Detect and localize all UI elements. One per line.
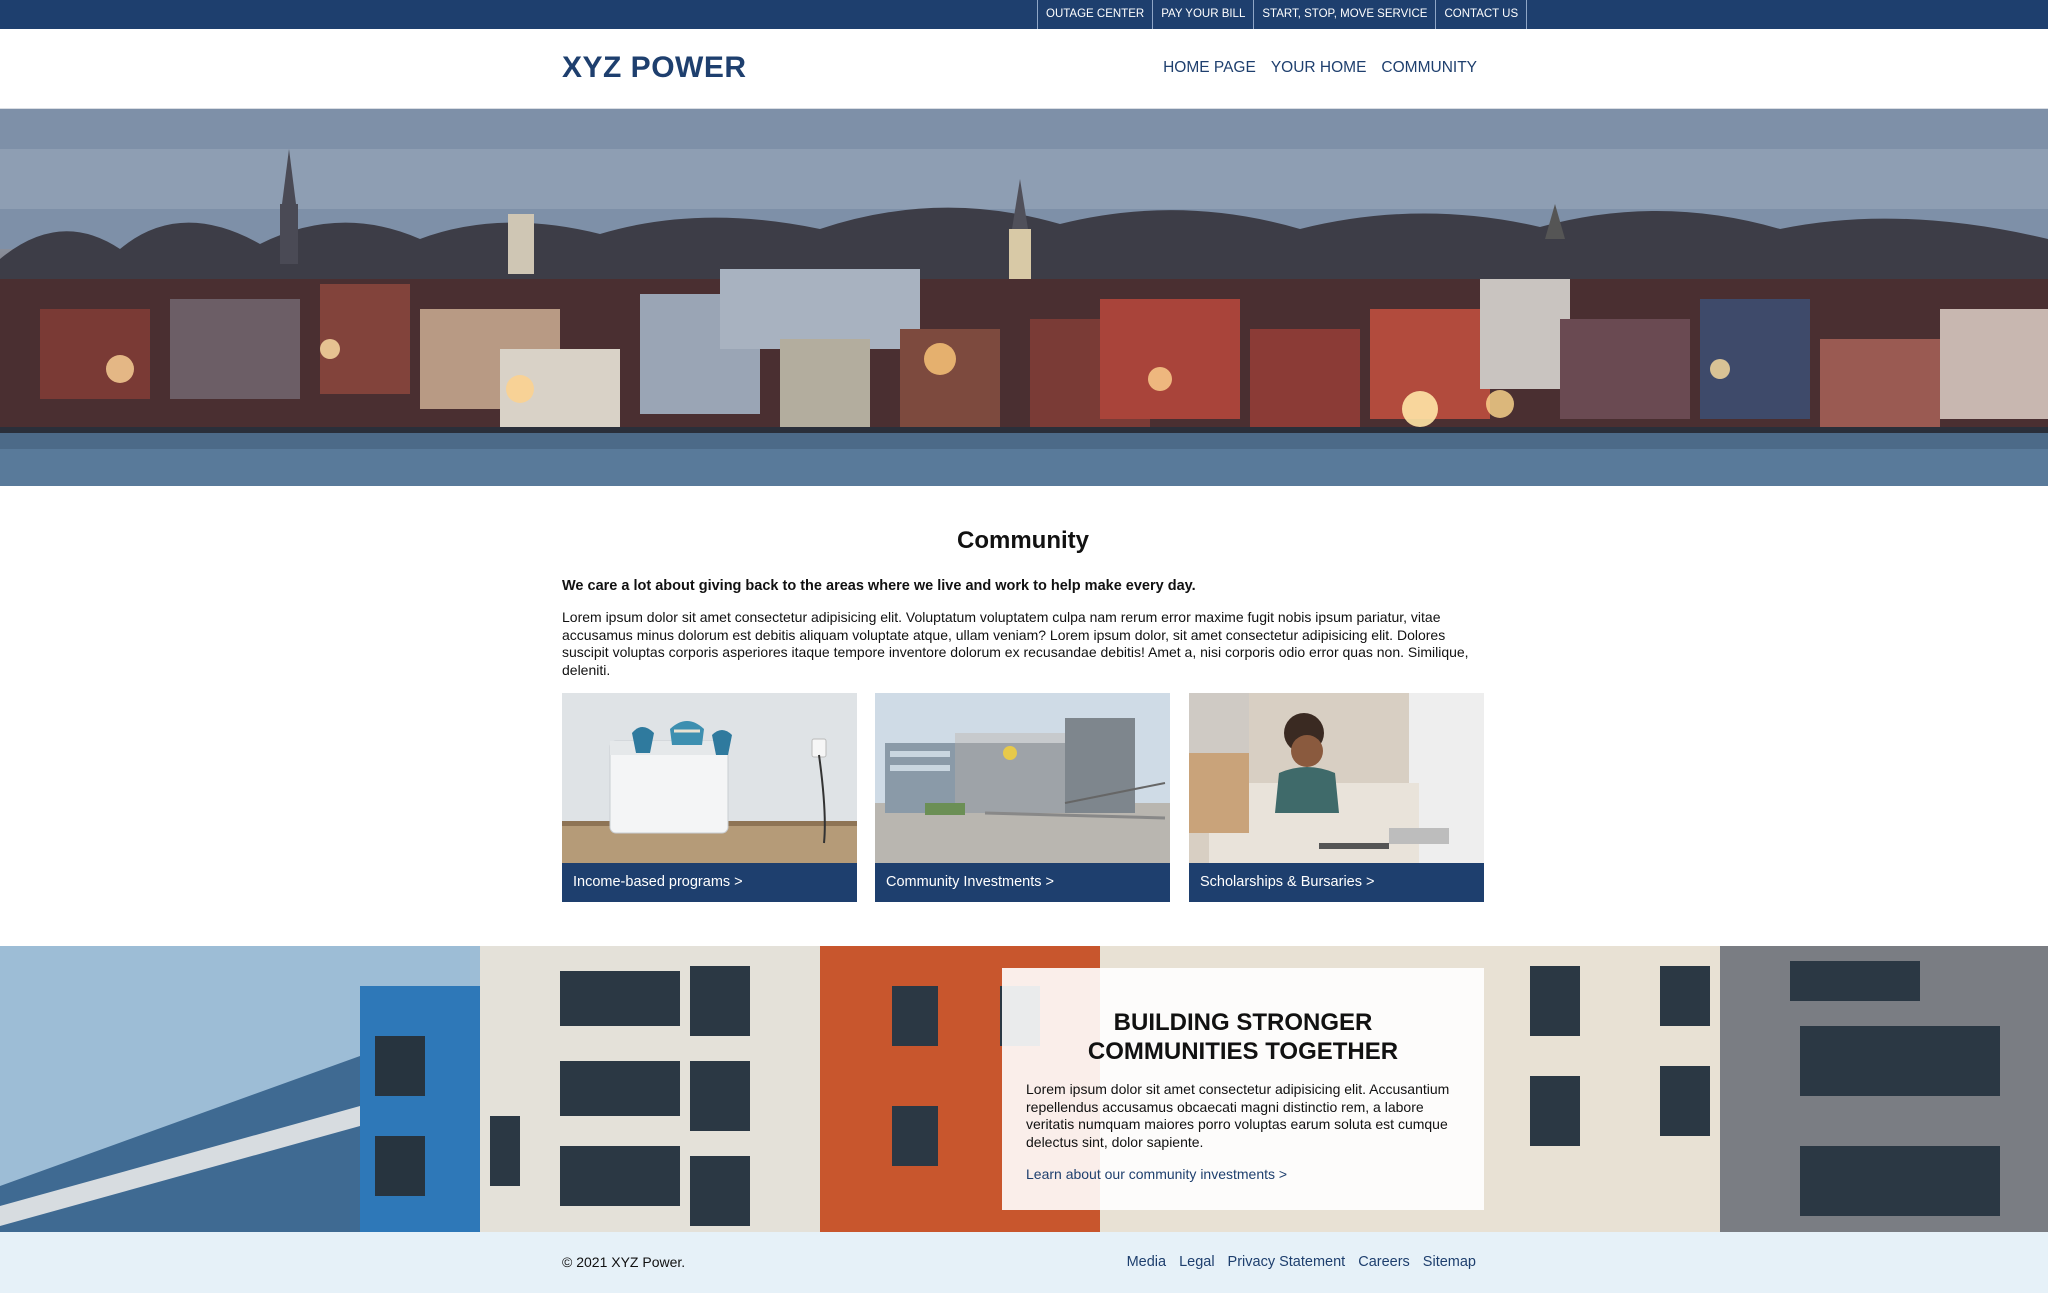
utility-link-start-stop-move[interactable]: START, STOP, MOVE SERVICE (1254, 0, 1437, 29)
card-community-investments[interactable]: Community Investments > (875, 693, 1170, 902)
site-footer: © 2021 XYZ Power. Media Legal Privacy St… (0, 1232, 2048, 1293)
utility-link-outage-center[interactable]: OUTAGE CENTER (1038, 0, 1154, 29)
footer-nav: Media Legal Privacy Statement Careers Si… (1127, 1254, 1476, 1270)
card-image-student (1189, 693, 1484, 863)
copyright-text: © 2021 XYZ Power. (562, 1254, 686, 1270)
program-cards: Income-based programs > Community Invest… (562, 693, 1484, 902)
card-label-community-investments: Community Investments > (875, 863, 1170, 902)
site-header: XYZ POWER HOME PAGE YOUR HOME COMMUNITY (0, 29, 2048, 109)
utility-nav: OUTAGE CENTER PAY YOUR BILL START, STOP,… (1037, 0, 1528, 29)
nav-your-home[interactable]: YOUR HOME (1271, 59, 1367, 77)
footer-link-sitemap[interactable]: Sitemap (1423, 1254, 1476, 1270)
footer-link-careers[interactable]: Careers (1358, 1254, 1410, 1270)
community-investments-link[interactable]: Learn about our community investments > (1026, 1166, 1460, 1182)
utility-bar: OUTAGE CENTER PAY YOUR BILL START, STOP,… (0, 0, 2048, 29)
hero-image (0, 109, 2048, 486)
card-label-scholarships-bursaries: Scholarships & Bursaries > (1189, 863, 1484, 902)
site-logo[interactable]: XYZ POWER (562, 51, 747, 85)
promo-card: BUILDING STRONGER COMMUNITIES TOGETHER L… (1002, 968, 1484, 1210)
card-income-based-programs[interactable]: Income-based programs > (562, 693, 857, 902)
footer-link-legal[interactable]: Legal (1179, 1254, 1214, 1270)
card-image-building (875, 693, 1170, 863)
body-text: Lorem ipsum dolor sit amet consectetur a… (562, 609, 1469, 678)
page-title: Community (957, 527, 1089, 554)
nav-home-page[interactable]: HOME PAGE (1163, 59, 1256, 77)
nav-community[interactable]: COMMUNITY (1381, 59, 1477, 77)
promo-title: BUILDING STRONGER COMMUNITIES TOGETHER (1087, 1009, 1399, 1065)
footer-link-media[interactable]: Media (1127, 1254, 1167, 1270)
harbor-town-illustration (0, 109, 2048, 486)
utility-link-contact-us[interactable]: CONTACT US (1436, 0, 1528, 29)
utility-link-pay-your-bill[interactable]: PAY YOUR BILL (1153, 0, 1255, 29)
footer-link-privacy-statement[interactable]: Privacy Statement (1228, 1254, 1346, 1270)
card-scholarships-bursaries[interactable]: Scholarships & Bursaries > (1189, 693, 1484, 902)
main-nav: HOME PAGE YOUR HOME COMMUNITY (1163, 59, 1477, 77)
card-label-income-based-programs: Income-based programs > (562, 863, 857, 902)
card-image-heater (562, 693, 857, 863)
promo-text: Lorem ipsum dolor sit amet consectetur a… (1026, 1081, 1450, 1150)
lead-text: We care a lot about giving back to the a… (562, 578, 1196, 594)
